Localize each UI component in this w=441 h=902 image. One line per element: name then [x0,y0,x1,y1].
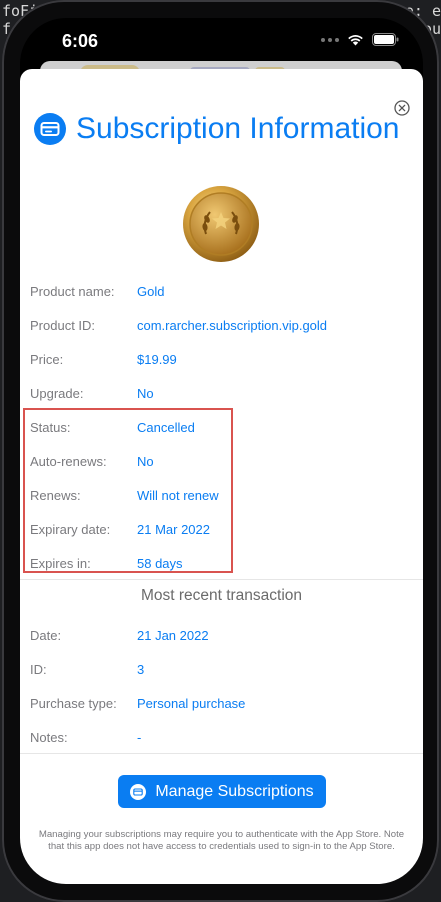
notes-label: Notes: [30,730,68,745]
purchase-type-row: Purchase type: Personal purchase [30,696,410,716]
product-id-row: Product ID: com.rarcher.subscription.vip… [30,318,410,338]
price-row: Price: $19.99 [30,352,410,372]
credit-card-circle-icon [130,783,147,800]
page-title: Subscription Information [76,112,400,145]
transaction-id-label: ID: [30,662,47,677]
purchase-type-value: Personal purchase [137,696,246,711]
product-name-row: Product name: Gold [30,284,410,304]
bottom-divider [20,753,423,754]
transaction-id-row: ID: 3 [30,662,410,682]
more-dots-icon [321,37,339,42]
price-label: Price: [30,352,64,367]
phone-screen: 6:06 Subscription Information Product na… [20,18,423,884]
status-icons [321,33,399,46]
product-name-value: Gold [137,284,165,299]
credit-card-circle-icon [34,113,66,145]
manage-subscriptions-label: Manage Subscriptions [155,782,314,800]
subscription-sheet: Subscription Information Product name: G… [20,69,423,884]
transaction-date-label: Date: [30,628,62,643]
section-divider [20,579,423,580]
sheet-header: Subscription Information [34,109,400,149]
phone-frame: 6:06 Subscription Information Product na… [2,0,439,902]
product-id-value: com.rarcher.subscription.vip.gold [137,318,328,333]
upgrade-value: No [137,386,154,401]
transaction-date-value: 21 Jan 2022 [137,628,209,643]
gold-medal-icon [183,186,259,262]
product-name-label: Product name: [30,284,115,299]
manage-subscriptions-button[interactable]: Manage Subscriptions [118,775,326,808]
battery-icon [372,33,399,46]
upgrade-row: Upgrade: No [30,386,410,406]
wifi-icon [348,35,363,46]
purchase-type-label: Purchase type: [30,696,117,711]
product-id-label: Product ID: [30,318,96,333]
notes-value: - [137,730,142,745]
price-value: $19.99 [137,352,177,367]
footnote-text: Managing your subscriptions may require … [38,829,405,852]
highlight-box [23,408,233,573]
notes-row: Notes: - [30,730,410,750]
status-time: 6:06 [62,31,99,51]
upgrade-label: Upgrade: [30,386,84,401]
transaction-section-title: Most recent transaction [140,587,303,604]
transaction-date-row: Date: 21 Jan 2022 [30,628,410,648]
transaction-id-value: 3 [137,662,145,677]
